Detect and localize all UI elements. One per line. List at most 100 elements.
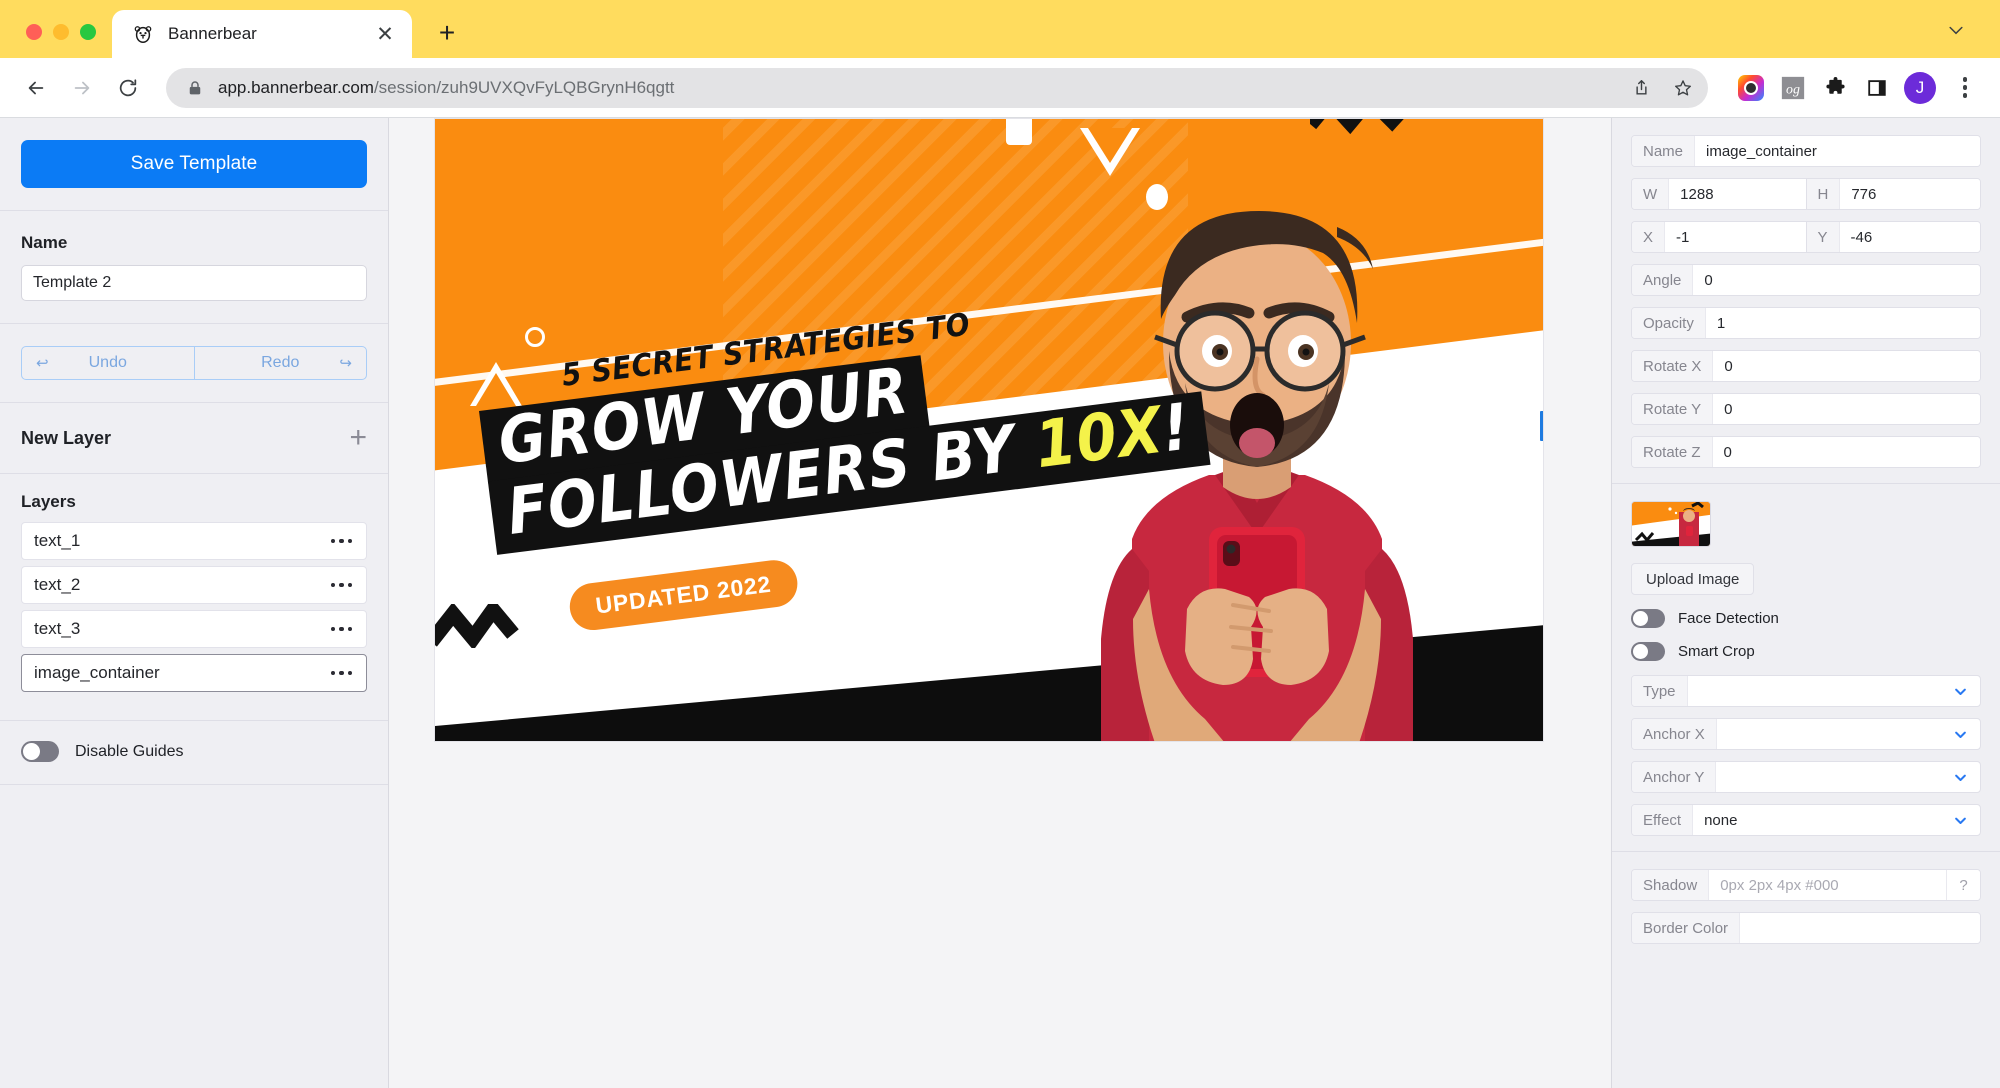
new-layer-row[interactable]: New Layer +: [0, 403, 388, 474]
type-field[interactable]: Type: [1631, 675, 1981, 707]
chevron-down-icon[interactable]: [1945, 719, 1980, 749]
forward-button[interactable]: [60, 66, 104, 110]
border-color-value[interactable]: [1740, 913, 1980, 943]
x-value[interactable]: -1: [1665, 222, 1806, 252]
undo-button[interactable]: ↩ Undo: [22, 347, 195, 379]
effect-value[interactable]: none: [1693, 805, 1945, 835]
shadow-field[interactable]: Shadow 0px 2px 4px #000 ?: [1631, 869, 1981, 901]
layer-row-image-container[interactable]: image_container: [21, 654, 367, 692]
image-block: Upload Image Face Detection Smart Crop T…: [1612, 484, 2000, 852]
smart-crop-toggle[interactable]: [1631, 642, 1665, 661]
browser-toolbar: app.bannerbear.com/session/zuh9UVXQvFyLQ…: [0, 58, 2000, 118]
layer-name-field[interactable]: Name image_container: [1631, 135, 1981, 167]
left-sidebar: Save Template Name Template 2 ↩ Undo Red…: [0, 118, 389, 1088]
border-color-field[interactable]: Border Color: [1631, 912, 1981, 944]
y-value[interactable]: -46: [1839, 222, 1980, 252]
rotate-x-label: Rotate X: [1632, 351, 1714, 381]
chevron-down-icon[interactable]: [1945, 805, 1980, 835]
undo-redo-section: ↩ Undo Redo ↪: [0, 324, 388, 403]
x-field[interactable]: X -1: [1631, 221, 1806, 253]
banner-preview[interactable]: 5 SECRET STRATEGIES TO GROW YOUR FOLLOWE…: [434, 118, 1544, 742]
layer-row-text-1[interactable]: text_1: [21, 522, 367, 560]
selection-handle-right[interactable]: [1540, 411, 1543, 441]
lock-icon: [186, 79, 204, 97]
angle-field[interactable]: Angle 0: [1631, 264, 1981, 296]
name-label: Name: [21, 233, 68, 252]
upload-image-button[interactable]: Upload Image: [1631, 563, 1755, 595]
redo-button[interactable]: Redo ↪: [195, 347, 367, 379]
add-layer-icon[interactable]: +: [349, 423, 367, 453]
layer-row-text-3[interactable]: text_3: [21, 610, 367, 648]
angle-value[interactable]: 0: [1693, 265, 1980, 295]
bear-favicon: [132, 23, 154, 45]
reload-button[interactable]: [106, 66, 150, 110]
kebab-menu-icon[interactable]: [1948, 71, 1982, 105]
opacity-value[interactable]: 1: [1705, 308, 1980, 338]
avatar[interactable]: J: [1904, 71, 1936, 104]
rotate-x-value[interactable]: 0: [1713, 351, 1980, 381]
og-extension-icon[interactable]: og: [1778, 73, 1808, 103]
layer-options-icon[interactable]: [330, 670, 352, 676]
image-thumbnail[interactable]: [1631, 501, 1711, 547]
rotate-z-value[interactable]: 0: [1712, 437, 1980, 467]
undo-arrow-icon: ↩: [36, 355, 49, 372]
anchor-x-value[interactable]: [1716, 719, 1945, 749]
opacity-label: Opacity: [1632, 308, 1706, 338]
rotate-x-field[interactable]: Rotate X 0: [1631, 350, 1981, 382]
y-field[interactable]: Y -46: [1805, 221, 1981, 253]
canvas-area[interactable]: 5 SECRET STRATEGIES TO GROW YOUR FOLLOWE…: [389, 118, 1611, 1088]
shadow-input[interactable]: 0px 2px 4px #000: [1709, 870, 1946, 900]
face-detection-toggle[interactable]: [1631, 609, 1665, 628]
height-field[interactable]: H 776: [1805, 178, 1981, 210]
layer-name: text_2: [34, 575, 81, 594]
anchor-x-field[interactable]: Anchor X: [1631, 718, 1981, 750]
width-field[interactable]: W 1288: [1631, 178, 1806, 210]
anchor-y-field[interactable]: Anchor Y: [1631, 761, 1981, 793]
back-button[interactable]: [14, 66, 58, 110]
effect-field[interactable]: Effect none: [1631, 804, 1981, 836]
chevron-down-icon[interactable]: [1934, 8, 1978, 52]
rotate-y-value[interactable]: 0: [1713, 394, 1980, 424]
share-icon[interactable]: [1622, 69, 1660, 107]
disable-guides-toggle[interactable]: [21, 741, 59, 762]
minimize-window-button[interactable]: [53, 24, 69, 40]
layer-row-text-2[interactable]: text_2: [21, 566, 367, 604]
url-host: app.bannerbear.com: [218, 77, 374, 97]
layer-options-icon[interactable]: [330, 626, 352, 632]
save-template-button[interactable]: Save Template: [21, 140, 367, 188]
star-icon[interactable]: [1664, 69, 1702, 107]
width-value[interactable]: 1288: [1669, 179, 1806, 209]
new-tab-button[interactable]: +: [426, 12, 468, 54]
layer-options-icon[interactable]: [330, 582, 352, 588]
help-icon[interactable]: ?: [1946, 870, 1980, 900]
close-icon[interactable]: ✕: [372, 21, 398, 47]
sidebar-filler: [0, 785, 388, 1088]
rotate-y-field[interactable]: Rotate Y 0: [1631, 393, 1981, 425]
type-value[interactable]: [1687, 676, 1945, 706]
rotate-z-label: Rotate Z: [1632, 437, 1713, 467]
side-panel-icon[interactable]: [1862, 73, 1892, 103]
puzzle-extension-icon[interactable]: [1820, 73, 1850, 103]
save-section: Save Template: [0, 118, 388, 211]
height-value[interactable]: 776: [1840, 179, 1980, 209]
tab-title: Bannerbear: [168, 24, 257, 43]
template-name-input[interactable]: Template 2: [21, 265, 367, 301]
height-label: H: [1806, 179, 1841, 209]
undo-label: Undo: [88, 354, 127, 371]
maximize-window-button[interactable]: [80, 24, 96, 40]
address-bar[interactable]: app.bannerbear.com/session/zuh9UVXQvFyLQ…: [166, 67, 1708, 108]
window-controls: [0, 24, 112, 58]
style-block: Shadow 0px 2px 4px #000 ? Border Color: [1612, 852, 2000, 959]
extension-icons: og J: [1722, 71, 1982, 105]
rotate-y-label: Rotate Y: [1632, 394, 1714, 424]
name-value[interactable]: image_container: [1695, 136, 1980, 166]
opacity-field[interactable]: Opacity 1: [1631, 307, 1981, 339]
chevron-down-icon[interactable]: [1945, 762, 1980, 792]
camera-extension-icon[interactable]: [1736, 73, 1766, 103]
rotate-z-field[interactable]: Rotate Z 0: [1631, 436, 1981, 468]
browser-tab[interactable]: Bannerbear ✕: [112, 10, 412, 58]
close-window-button[interactable]: [26, 24, 42, 40]
chevron-down-icon[interactable]: [1945, 676, 1980, 706]
layer-options-icon[interactable]: [330, 538, 352, 544]
anchor-y-value[interactable]: [1716, 762, 1945, 792]
